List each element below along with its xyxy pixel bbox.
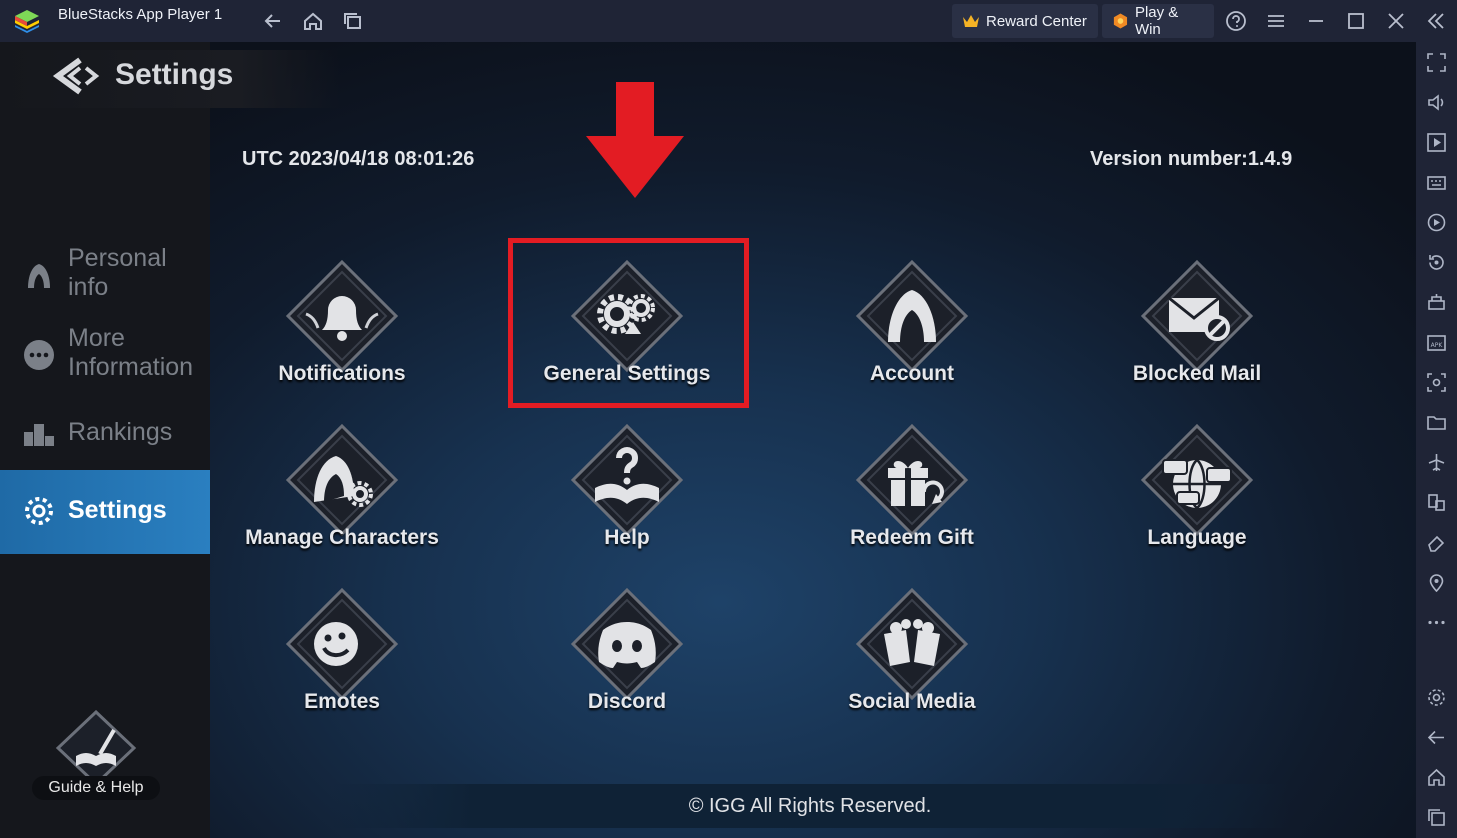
red-arrow-icon bbox=[586, 82, 684, 198]
tile-notifications[interactable]: Notifications bbox=[222, 258, 462, 408]
page-title: Settings bbox=[115, 58, 234, 91]
android-home-icon[interactable] bbox=[1426, 767, 1447, 788]
tile-language[interactable]: Language bbox=[1077, 422, 1317, 572]
guide-help-button[interactable]: Guide & Help bbox=[32, 776, 160, 800]
rotate-icon[interactable] bbox=[1426, 252, 1447, 273]
globe-chat-icon bbox=[1140, 423, 1254, 537]
sidebar-item-personal-info[interactable]: Personal info bbox=[0, 240, 210, 310]
utc-time: UTC 2023/04/18 08:01:26 bbox=[242, 148, 475, 170]
bell-icon bbox=[285, 259, 399, 373]
screenshot-icon[interactable] bbox=[1426, 372, 1447, 393]
keyboard-icon[interactable] bbox=[1426, 172, 1447, 193]
minimize-icon[interactable] bbox=[1305, 10, 1327, 32]
tile-manage-characters[interactable]: Manage Characters bbox=[222, 422, 462, 572]
reward-center-button[interactable]: Reward Center bbox=[952, 4, 1098, 38]
menu-icon[interactable] bbox=[1265, 10, 1287, 32]
apk-install-icon[interactable]: APK bbox=[1426, 332, 1447, 353]
multi-instance-icon[interactable] bbox=[1426, 292, 1447, 313]
multi-window-icon[interactable] bbox=[1426, 492, 1447, 513]
podium-icon bbox=[24, 424, 54, 446]
tile-redeem-gift[interactable]: Redeem Gift bbox=[792, 422, 1032, 572]
sidebar-item-rankings[interactable]: Rankings bbox=[0, 412, 210, 452]
eraser-icon[interactable] bbox=[1426, 532, 1447, 553]
tile-label: Discord bbox=[587, 690, 667, 713]
android-recents-icon[interactable] bbox=[1426, 807, 1447, 828]
close-icon[interactable] bbox=[1385, 10, 1407, 32]
tile-label: Manage Characters bbox=[245, 526, 439, 549]
sidebar-item-label: Settings bbox=[68, 496, 167, 524]
gift-icon bbox=[855, 423, 969, 537]
tile-label: Language bbox=[1147, 526, 1247, 549]
app-title: BlueStacks App Player 1 bbox=[58, 6, 223, 23]
character-gear-icon bbox=[285, 423, 399, 537]
more-options-icon[interactable] bbox=[1426, 612, 1447, 633]
bluestacks-logo-icon bbox=[15, 10, 39, 33]
fullscreen-icon[interactable] bbox=[1426, 52, 1447, 73]
tile-account[interactable]: Account bbox=[792, 258, 1032, 408]
crown-icon bbox=[963, 15, 979, 27]
location-icon[interactable] bbox=[1426, 572, 1447, 593]
android-back-icon[interactable] bbox=[1426, 727, 1447, 748]
copyright-footer: © IGG All Rights Reserved. bbox=[330, 784, 1290, 828]
tile-label: Blocked Mail bbox=[1132, 362, 1262, 385]
help-circle-icon[interactable] bbox=[1225, 10, 1247, 32]
sidebar-item-settings[interactable]: Settings bbox=[0, 470, 210, 554]
emote-face-icon bbox=[285, 587, 399, 701]
settings-back-logo-icon[interactable] bbox=[52, 56, 102, 96]
tile-help[interactable]: Help bbox=[507, 422, 747, 572]
volume-icon[interactable] bbox=[1426, 92, 1447, 113]
sidebar-item-label: More Information bbox=[68, 324, 194, 381]
hooded-figure-icon bbox=[855, 259, 969, 373]
question-book-icon bbox=[570, 423, 684, 537]
recent-apps-icon[interactable] bbox=[342, 10, 364, 32]
cheers-icon bbox=[855, 587, 969, 701]
play-win-label: Play & Win bbox=[1134, 4, 1179, 38]
play-win-coin-icon bbox=[1113, 13, 1128, 29]
folder-icon[interactable] bbox=[1426, 412, 1447, 433]
window-titlebar: BlueStacks App Player 1 Reward Center Pl… bbox=[0, 0, 1457, 42]
settings-gear-icon[interactable] bbox=[1426, 687, 1447, 708]
sidebar-item-more-information[interactable]: More Information bbox=[0, 320, 210, 390]
tile-label: Notifications bbox=[278, 362, 406, 385]
maximize-icon[interactable] bbox=[1345, 10, 1367, 32]
back-arrow-icon[interactable] bbox=[262, 10, 284, 32]
tile-blocked-mail[interactable]: Blocked Mail bbox=[1077, 258, 1317, 408]
home-icon[interactable] bbox=[302, 10, 324, 32]
macro-play-icon[interactable] bbox=[1426, 212, 1447, 233]
sidebar-item-label: Rankings bbox=[68, 418, 173, 446]
version-number: Version number:1.4.9 bbox=[1090, 148, 1293, 170]
tile-label: Emotes bbox=[304, 690, 380, 713]
gear-icon bbox=[25, 497, 53, 525]
blocked-mail-icon bbox=[1140, 259, 1254, 373]
tile-social-media[interactable]: Social Media bbox=[792, 586, 1032, 736]
tile-label: Help bbox=[604, 526, 650, 549]
game-screen: Settings Personal info More Information … bbox=[0, 42, 1416, 838]
sidebar-item-label: Personal info bbox=[68, 244, 167, 301]
collapse-sidebar-icon[interactable] bbox=[1425, 10, 1447, 32]
hooded-figure-icon bbox=[28, 264, 50, 288]
right-toolbar: APK bbox=[1416, 42, 1457, 838]
airplane-icon[interactable] bbox=[1426, 452, 1447, 473]
tile-discord[interactable]: Discord bbox=[507, 586, 747, 736]
svg-text:APK: APK bbox=[1431, 342, 1444, 349]
tile-label: Social Media bbox=[848, 690, 976, 713]
tile-emotes[interactable]: Emotes bbox=[222, 586, 462, 736]
more-dots-icon bbox=[24, 340, 54, 370]
discord-icon bbox=[570, 587, 684, 701]
tile-label: Redeem Gift bbox=[850, 526, 974, 549]
tile-label: Account bbox=[870, 362, 954, 385]
media-icon[interactable] bbox=[1426, 132, 1447, 153]
reward-center-label: Reward Center bbox=[986, 12, 1087, 30]
play-win-button[interactable]: Play & Win bbox=[1102, 4, 1214, 38]
highlight-box bbox=[508, 238, 749, 408]
